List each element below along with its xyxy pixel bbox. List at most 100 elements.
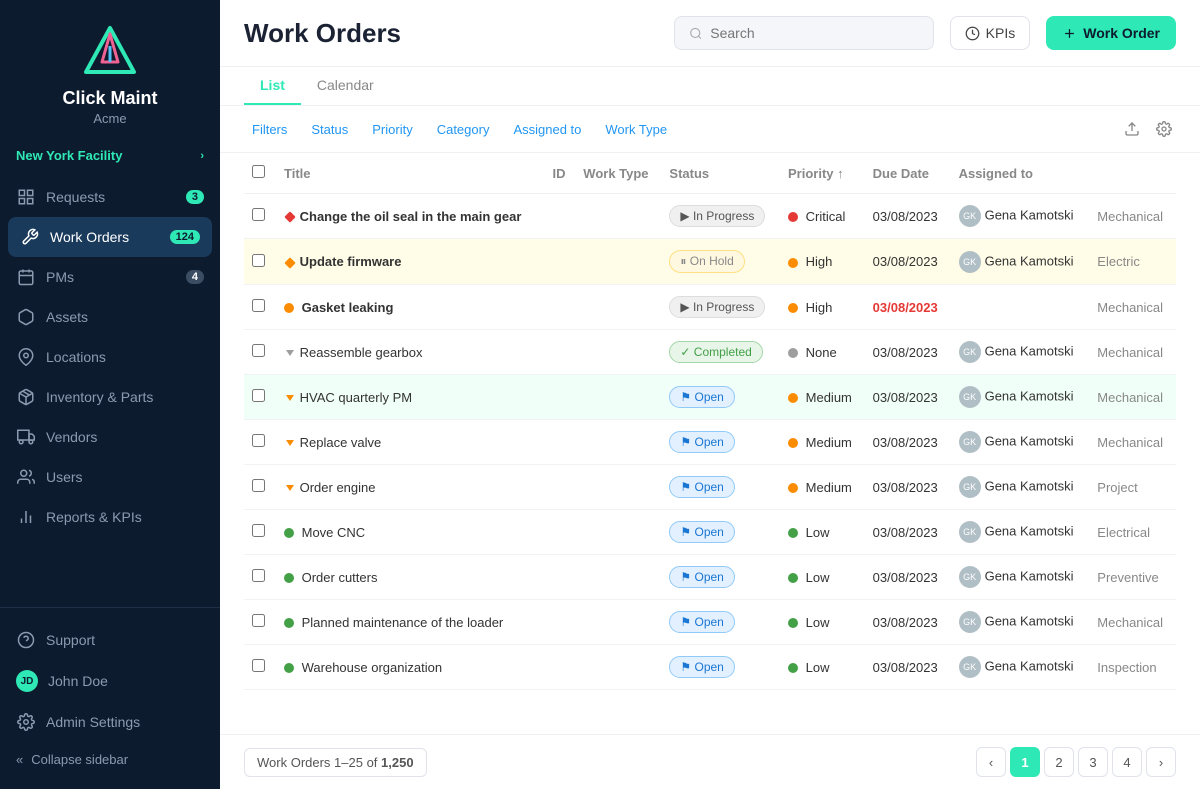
header: Work Orders KPIs Work Order xyxy=(220,0,1200,67)
row-work-type xyxy=(575,239,661,285)
sidebar: Click Maint Acme New York Facility › Req… xyxy=(0,0,220,789)
row-checkbox[interactable] xyxy=(252,389,265,402)
row-checkbox[interactable] xyxy=(252,614,265,627)
user-profile[interactable]: JD John Doe xyxy=(0,660,220,702)
row-department: Inspection xyxy=(1089,645,1176,690)
sidebar-item-assets[interactable]: Assets xyxy=(0,297,220,337)
filter-chip-status[interactable]: Status xyxy=(303,118,356,141)
filter-chip-category[interactable]: Category xyxy=(429,118,498,141)
priority-color-dot xyxy=(788,483,798,493)
row-title: Gasket leaking xyxy=(276,285,545,330)
sidebar-item-work-orders[interactable]: Work Orders 124 xyxy=(8,217,212,257)
settings-columns-button[interactable] xyxy=(1152,116,1176,142)
pagination-prev[interactable]: ‹ xyxy=(976,747,1006,777)
sidebar-item-users[interactable]: Users xyxy=(0,457,220,497)
row-work-type xyxy=(575,330,661,375)
table-row[interactable]: Move CNC ⚑ Open Low 03/08/2023 GKGena Ka… xyxy=(244,510,1176,555)
pagination-page-3[interactable]: 3 xyxy=(1078,747,1108,777)
table-row[interactable]: Warehouse organization ⚑ Open Low 03/08/… xyxy=(244,645,1176,690)
filter-chip-priority[interactable]: Priority xyxy=(364,118,420,141)
map-pin-icon xyxy=(16,347,36,367)
row-priority: Low xyxy=(780,645,865,690)
sidebar-label-reports: Reports & KPIs xyxy=(46,509,142,525)
status-badge: ⏸ On Hold xyxy=(669,250,744,273)
collapse-sidebar-btn[interactable]: « Collapse sidebar xyxy=(0,742,220,777)
table-row[interactable]: Planned maintenance of the loader ⚑ Open… xyxy=(244,600,1176,645)
tab-list[interactable]: List xyxy=(244,67,301,105)
row-checkbox[interactable] xyxy=(252,254,265,267)
row-checkbox-cell xyxy=(244,375,276,420)
table-row[interactable]: Order engine ⚑ Open Medium 03/08/2023 GK… xyxy=(244,465,1176,510)
requests-badge: 3 xyxy=(186,190,204,204)
priority-dot-icon xyxy=(284,573,294,583)
row-due-date: 03/08/2023 xyxy=(865,510,951,555)
row-checkbox[interactable] xyxy=(252,479,265,492)
status-badge: ▶ In Progress xyxy=(669,296,765,318)
assigned-name: Gena Kamotski xyxy=(985,613,1074,628)
export-button[interactable] xyxy=(1120,116,1144,142)
row-checkbox-cell xyxy=(244,645,276,690)
pagination-page-2[interactable]: 2 xyxy=(1044,747,1074,777)
sidebar-item-reports[interactable]: Reports & KPIs xyxy=(0,497,220,537)
table-row[interactable]: Change the oil seal in the main gear ▶ I… xyxy=(244,194,1176,239)
table-row[interactable]: Update firmware ⏸ On Hold High 03/08/202… xyxy=(244,239,1176,285)
search-bar[interactable] xyxy=(674,16,934,50)
row-work-type xyxy=(575,285,661,330)
filter-chip-assigned-to[interactable]: Assigned to xyxy=(505,118,589,141)
truck-icon xyxy=(16,427,36,447)
sidebar-item-pms[interactable]: PMs 4 xyxy=(0,257,220,297)
row-work-type xyxy=(575,510,661,555)
row-work-type xyxy=(575,600,661,645)
column-checkbox xyxy=(244,153,276,194)
facility-selector[interactable]: New York Facility › xyxy=(0,138,220,173)
table-row[interactable]: Order cutters ⚑ Open Low 03/08/2023 GKGe… xyxy=(244,555,1176,600)
filter-chip-work-type[interactable]: Work Type xyxy=(597,118,675,141)
row-assigned: GKGena Kamotski xyxy=(951,330,1090,375)
add-work-order-button[interactable]: Work Order xyxy=(1046,16,1176,50)
priority-color-dot xyxy=(788,258,798,268)
row-checkbox[interactable] xyxy=(252,659,265,672)
pagination-next[interactable]: › xyxy=(1146,747,1176,777)
sidebar-item-vendors[interactable]: Vendors xyxy=(0,417,220,457)
priority-color-dot xyxy=(788,528,798,538)
table-row[interactable]: Reassemble gearbox ✓ Completed None 03/0… xyxy=(244,330,1176,375)
column-priority[interactable]: Priority ↑ xyxy=(780,153,865,194)
search-icon xyxy=(689,26,703,41)
tab-calendar[interactable]: Calendar xyxy=(301,67,390,105)
work-orders-table: Title ID Work Type Status Priority ↑ Due… xyxy=(244,153,1176,690)
row-priority: Low xyxy=(780,555,865,600)
row-checkbox[interactable] xyxy=(252,299,265,312)
row-checkbox[interactable] xyxy=(252,569,265,582)
sidebar-item-inventory[interactable]: Inventory & Parts xyxy=(0,377,220,417)
row-checkbox[interactable] xyxy=(252,344,265,357)
row-checkbox-cell xyxy=(244,194,276,239)
filter-chip-filters[interactable]: Filters xyxy=(244,118,295,141)
search-input[interactable] xyxy=(710,25,918,41)
row-checkbox[interactable] xyxy=(252,524,265,537)
sidebar-item-requests[interactable]: Requests 3 xyxy=(0,177,220,217)
table-row[interactable]: Replace valve ⚑ Open Medium 03/08/2023 G… xyxy=(244,420,1176,465)
sidebar-item-admin-settings[interactable]: Admin Settings xyxy=(0,702,220,742)
priority-label: Medium xyxy=(806,480,852,495)
nav-section: Requests 3 Work Orders 124 PMs 4 Assets xyxy=(0,173,220,607)
table-row[interactable]: HVAC quarterly PM ⚑ Open Medium 03/08/20… xyxy=(244,375,1176,420)
priority-color-dot xyxy=(788,618,798,628)
avatar: GK xyxy=(959,566,981,588)
pagination-page-4[interactable]: 4 xyxy=(1112,747,1142,777)
sidebar-item-support[interactable]: Support xyxy=(0,620,220,660)
row-checkbox-cell xyxy=(244,285,276,330)
select-all-checkbox[interactable] xyxy=(252,165,265,178)
column-id: ID xyxy=(545,153,576,194)
priority-color-dot xyxy=(788,663,798,673)
sidebar-item-locations[interactable]: Locations xyxy=(0,337,220,377)
kpi-button[interactable]: KPIs xyxy=(950,16,1031,50)
collapse-icon: « xyxy=(16,752,23,767)
row-priority: Low xyxy=(780,510,865,555)
status-badge: ▶ In Progress xyxy=(669,205,765,227)
pagination-page-1[interactable]: 1 xyxy=(1010,747,1040,777)
priority-down-icon xyxy=(284,392,296,404)
row-checkbox[interactable] xyxy=(252,208,265,221)
user-name: John Doe xyxy=(48,673,108,689)
table-row[interactable]: Gasket leaking ▶ In Progress High 03/08/… xyxy=(244,285,1176,330)
row-checkbox[interactable] xyxy=(252,434,265,447)
